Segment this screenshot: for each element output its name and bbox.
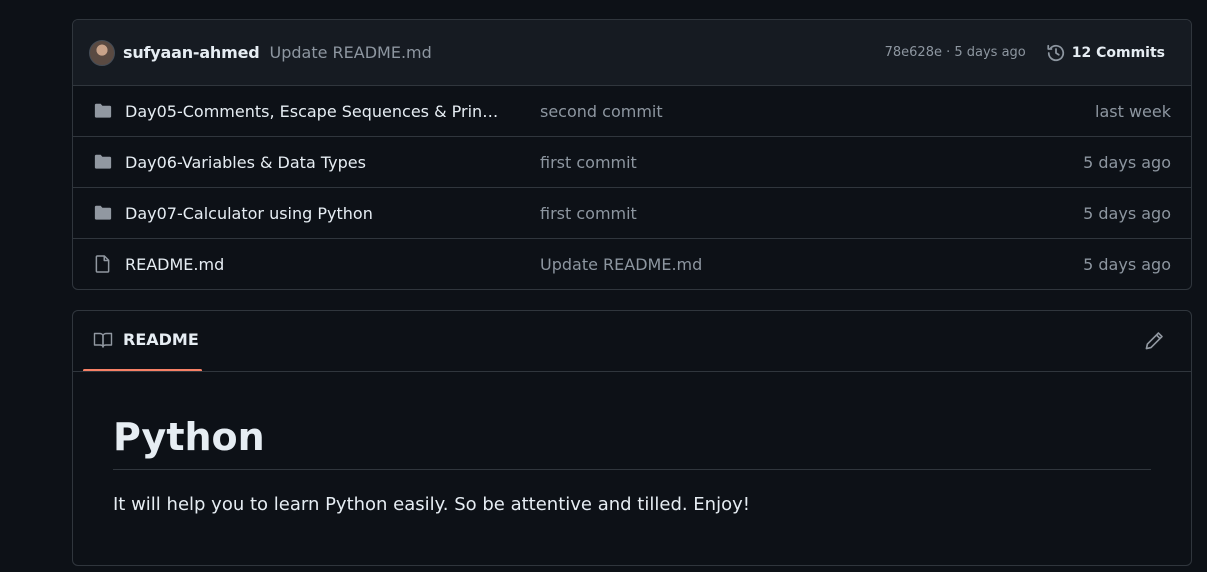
commit-hash-and-time[interactable]: 78e628e · 5 days ago (885, 45, 1026, 60)
file-commit-message[interactable]: first commit (540, 204, 637, 223)
commit-right-group: 78e628e · 5 days ago 12 Commits (885, 20, 1191, 85)
file-row[interactable]: Day07-Calculator using Python first comm… (73, 188, 1191, 239)
commits-count-label: 12 Commits (1071, 44, 1165, 61)
file-commit-message[interactable]: first commit (540, 153, 637, 172)
avatar[interactable] (89, 39, 115, 66)
commit-message[interactable]: Update README.md (270, 43, 432, 62)
readme-panel: README Python It will help you to learn … (72, 310, 1192, 566)
file-row[interactable]: README.md Update README.md 5 days ago (73, 239, 1191, 289)
readme-heading: Python (113, 416, 1151, 470)
pencil-icon (1145, 332, 1163, 350)
commit-author[interactable]: sufyaan-ahmed (123, 43, 260, 62)
folder-icon (94, 205, 112, 220)
file-commit-date: last week (1095, 101, 1171, 121)
readme-content: Python It will help you to learn Python … (113, 372, 1151, 515)
file-name[interactable]: Day06-Variables & Data Types (125, 153, 366, 172)
commits-history-button[interactable]: 12 Commits (1046, 43, 1165, 63)
file-commit-date: 5 days ago (1083, 203, 1171, 223)
file-browser: sufyaan-ahmed Update README.md 78e628e ·… (72, 19, 1192, 290)
file-name[interactable]: README.md (125, 255, 224, 274)
file-commit-message[interactable]: Update README.md (540, 255, 702, 274)
file-commit-date: 5 days ago (1083, 152, 1171, 172)
folder-icon (94, 154, 112, 169)
file-name[interactable]: Day07-Calculator using Python (125, 204, 373, 223)
folder-icon (94, 103, 112, 118)
latest-commit-bar: sufyaan-ahmed Update README.md 78e628e ·… (73, 20, 1191, 86)
file-commit-message[interactable]: second commit (540, 102, 663, 121)
readme-tab[interactable]: README (93, 330, 199, 349)
readme-paragraph: It will help you to learn Python easily.… (113, 493, 750, 515)
book-icon (93, 332, 113, 348)
readme-tab-label: README (123, 330, 199, 349)
file-commit-date: 5 days ago (1083, 255, 1171, 274)
edit-readme-button[interactable] (1143, 330, 1165, 352)
file-icon (95, 255, 110, 273)
file-row[interactable]: Day06-Variables & Data Types first commi… (73, 137, 1191, 188)
history-icon (1047, 44, 1064, 61)
file-name[interactable]: Day05-Comments, Escape Sequences & Print… (125, 102, 503, 121)
readme-header: README (73, 311, 1191, 372)
file-row[interactable]: Day05-Comments, Escape Sequences & Print… (73, 86, 1191, 137)
